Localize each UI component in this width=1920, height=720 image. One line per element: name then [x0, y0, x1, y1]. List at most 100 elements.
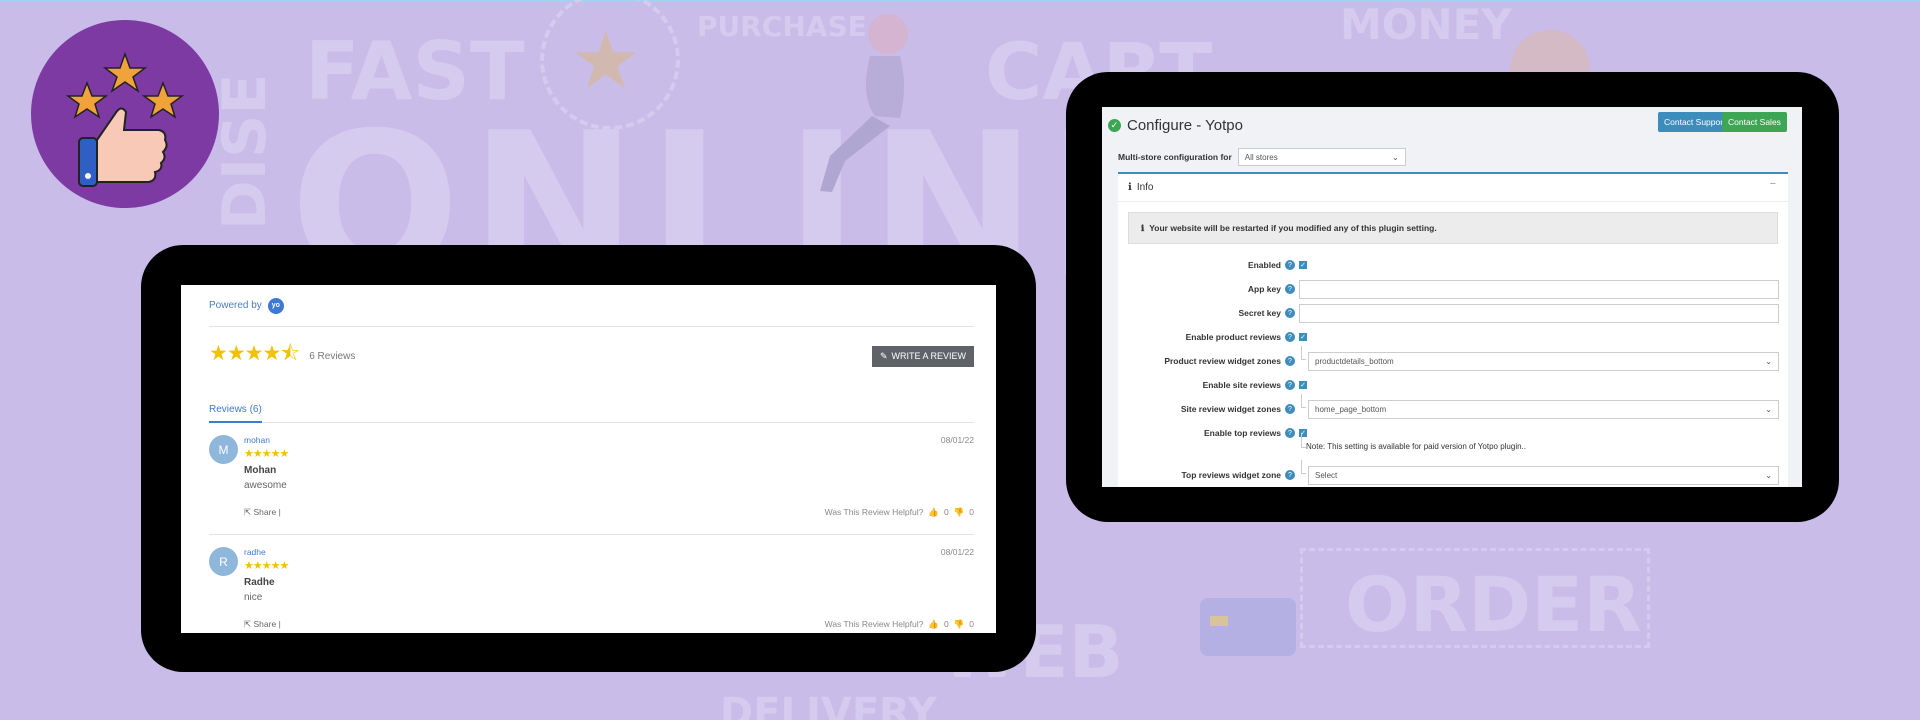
thumbs-up-icon[interactable]: 👍 [928, 507, 939, 518]
chevron-down-icon: ⌄ [1765, 357, 1772, 366]
multi-store-value: All stores [1244, 152, 1278, 162]
select-value: home_page_bottom [1315, 405, 1387, 414]
share-link[interactable]: ⇱ Share | [244, 507, 281, 518]
downvote-count: 0 [969, 619, 974, 629]
helpful-label: Was This Review Helpful? [824, 507, 924, 517]
field-label: Top reviews widget zone [1181, 470, 1282, 480]
top-reviews-note-row: Note: This setting is available for paid… [1118, 434, 1788, 460]
admin-screen: ✓ Configure - Yotpo Contact Support Cont… [1102, 107, 1802, 487]
enabled-checkbox[interactable]: ✓ [1299, 261, 1307, 269]
review-body: awesome [244, 480, 287, 491]
help-icon[interactable]: ? [1285, 308, 1295, 318]
rating-badge [31, 20, 219, 208]
field-secret-key: Secret key ? [1118, 304, 1788, 324]
background-word-dise: DISE [210, 73, 280, 230]
help-icon[interactable]: ? [1285, 428, 1295, 438]
thumbs-up-icon[interactable]: 👍 [928, 619, 939, 630]
enable-site-reviews-checkbox[interactable]: ✓ [1299, 381, 1307, 389]
field-app-key: App key ? [1118, 280, 1788, 300]
help-icon[interactable]: ? [1285, 404, 1295, 414]
review-item: M mohan 08/01/22 ★★★★★ Mohan awesome ⇱ S… [209, 423, 974, 535]
downvote-count: 0 [969, 507, 974, 517]
background-dashed-frame [1300, 548, 1650, 648]
share-link[interactable]: ⇱ Share | [244, 619, 281, 630]
field-label: Enabled [1247, 260, 1281, 270]
write-review-button[interactable]: ✎ WRITE A REVIEW [871, 345, 974, 367]
share-icon: ⇱ [244, 619, 252, 629]
powered-by-label: Powered by [209, 300, 262, 311]
callout-text: Your website will be restarted if you mo… [1149, 223, 1437, 233]
field-label: Secret key [1238, 308, 1281, 318]
share-separator: | [278, 619, 281, 629]
reviews-count: 6 Reviews [309, 350, 356, 362]
review-date: 08/01/22 [940, 435, 974, 445]
thumbs-down-icon[interactable]: 👎 [954, 507, 965, 518]
field-label: Enable product reviews [1185, 332, 1281, 342]
powered-by-row: Powered by yo [209, 285, 974, 327]
restart-callout: ℹ Your website will be restarted if you … [1128, 212, 1778, 244]
review-item: R radhe 08/01/22 ★★★★★ Radhe nice ⇱ Shar… [209, 535, 974, 633]
reviewer-name[interactable]: radhe [244, 547, 266, 557]
tab-reviews[interactable]: Reviews (6) [209, 404, 262, 423]
site-review-zones-select[interactable]: home_page_bottom ⌄ [1308, 400, 1779, 419]
info-icon: ℹ [1141, 222, 1145, 233]
thumbs-up-stars-icon [65, 51, 185, 187]
reviews-screen: Powered by yo ★★★★⯪ 6 Reviews ✎ WRITE A … [181, 285, 996, 633]
field-enable-product-reviews: Enable product reviews ? ✓ [1118, 328, 1788, 348]
contact-sales-button[interactable]: Contact Sales [1722, 112, 1787, 132]
enable-product-reviews-checkbox[interactable]: ✓ [1299, 333, 1307, 341]
contact-support-button[interactable]: Contact Support [1658, 112, 1732, 132]
helpful-row: Was This Review Helpful? 👍 0 👎 0 [825, 507, 974, 518]
field-label: App key [1247, 284, 1281, 294]
page-title: Configure - Yotpo [1127, 116, 1243, 134]
product-review-zones-select[interactable]: productdetails_bottom ⌄ [1308, 352, 1779, 371]
field-top-reviews-widget-zone: Top reviews widget zone ? Select ⌄ [1118, 460, 1788, 486]
secret-key-input[interactable] [1299, 304, 1779, 323]
app-key-input[interactable] [1299, 280, 1779, 299]
field-label: Product review widget zones [1164, 356, 1281, 366]
top-reviews-zone-select[interactable]: Select ⌄ [1308, 466, 1779, 485]
tablet-frame-reviews: Powered by yo ★★★★⯪ 6 Reviews ✎ WRITE A … [141, 245, 1036, 672]
review-stars: ★★★★★ [244, 560, 289, 572]
info-card-header[interactable]: ℹ Info [1118, 174, 1788, 202]
help-icon[interactable]: ? [1285, 356, 1295, 366]
background-word-money: MONEY [1340, 0, 1512, 49]
field-label: Enable site reviews [1202, 380, 1281, 390]
reviewer-name[interactable]: mohan [244, 435, 270, 445]
background-word-delivery: DELIVERY [720, 690, 937, 720]
edit-icon: ✎ [879, 350, 888, 361]
field-label: Enable top reviews [1204, 428, 1281, 438]
upvote-count: 0 [943, 619, 949, 629]
upvote-count: 0 [943, 507, 949, 517]
review-body: nice [244, 592, 263, 603]
yotpo-logo-icon[interactable]: yo [267, 297, 284, 314]
help-icon[interactable]: ? [1285, 260, 1295, 270]
field-enable-site-reviews: Enable site reviews ? ✓ [1118, 376, 1788, 396]
chevron-down-icon: ⌄ [1392, 152, 1399, 162]
chevron-down-icon: ⌄ [1765, 405, 1772, 414]
reviews-tabs: Reviews (6) [209, 385, 974, 423]
helpful-row: Was This Review Helpful? 👍 0 👎 0 [825, 619, 974, 630]
review-stars: ★★★★★ [244, 448, 289, 460]
background-person-figure [820, 14, 908, 192]
field-enabled: Enabled ? ✓ [1118, 256, 1788, 276]
review-date: 08/01/22 [940, 547, 974, 557]
tablet-frame-admin: ✓ Configure - Yotpo Contact Support Cont… [1066, 72, 1839, 522]
chevron-down-icon: ⌄ [1765, 471, 1772, 480]
review-title: Mohan [244, 465, 277, 476]
tree-connector [1301, 346, 1306, 360]
tree-connector [1301, 460, 1306, 474]
check-circle-icon: ✓ [1108, 118, 1121, 132]
help-icon[interactable]: ? [1285, 470, 1295, 480]
thumbs-down-icon[interactable]: 👎 [954, 619, 965, 630]
help-icon[interactable]: ? [1285, 332, 1295, 342]
helpful-label: Was This Review Helpful? [824, 619, 924, 629]
field-product-review-widget-zones: Product review widget zones ? productdet… [1118, 346, 1788, 372]
top-reviews-note: Note: This setting is available for paid… [1306, 442, 1526, 451]
tree-connector [1301, 394, 1306, 408]
help-icon[interactable]: ? [1285, 380, 1295, 390]
collapse-icon[interactable]: − [1770, 178, 1776, 190]
help-icon[interactable]: ? [1285, 284, 1295, 294]
multi-store-select[interactable]: All stores ⌄ [1237, 148, 1406, 166]
background-credit-card-icon [1200, 598, 1296, 656]
